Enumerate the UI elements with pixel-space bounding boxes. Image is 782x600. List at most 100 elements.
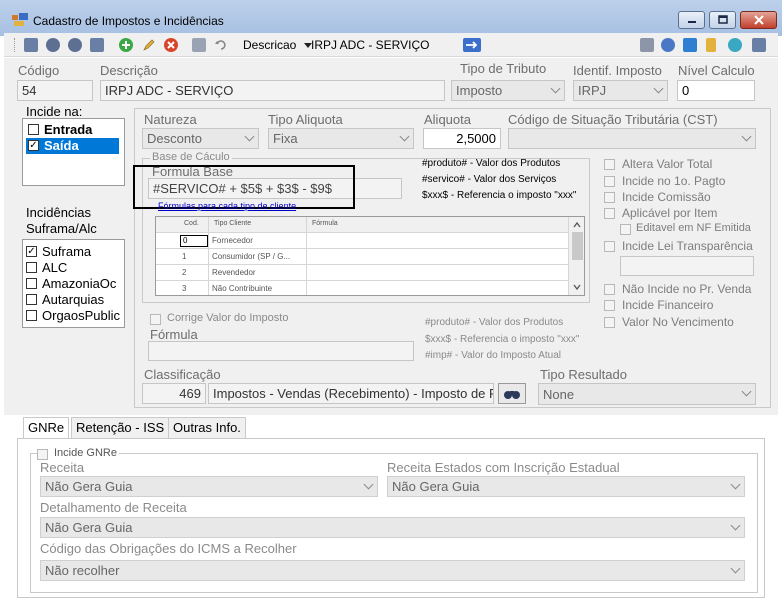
detalhamento-value: Não Gera Guia xyxy=(45,520,133,535)
save-icon[interactable] xyxy=(192,38,206,52)
incide-financeiro-checkbox[interactable] xyxy=(604,300,615,311)
classificacao-search-button[interactable] xyxy=(498,383,526,404)
aplicavel-item-label: Aplicável por Item xyxy=(622,206,718,220)
chevron-down-icon xyxy=(399,131,410,141)
user-icon[interactable] xyxy=(728,38,742,52)
incide-comissao-checkbox[interactable] xyxy=(604,192,615,203)
aliquota-field[interactable]: 2,5000 xyxy=(423,128,501,149)
tipo-aliquota-label: Tipo Aliquota xyxy=(268,112,343,127)
altera-valor-checkbox[interactable] xyxy=(604,159,615,170)
identif-imposto-select[interactable]: IRPJ xyxy=(573,80,668,101)
help-icon[interactable] xyxy=(706,38,716,52)
identif-imposto-label: Identif. Imposto xyxy=(573,63,662,78)
undo-icon[interactable] xyxy=(214,38,228,52)
corrige-hint-3: #imp# - Valor do Imposto Atual xyxy=(425,350,561,361)
grid-cell-cod[interactable]: 0 xyxy=(180,235,208,247)
descricao-field[interactable]: IRPJ ADC - SERVIÇO xyxy=(100,80,445,101)
grid-cell-tipo[interactable]: Fornecedor xyxy=(212,236,253,245)
orgaospublic-checkbox[interactable] xyxy=(26,310,37,321)
export-icon[interactable] xyxy=(640,38,654,52)
detalhamento-select[interactable]: Não Gera Guia xyxy=(40,517,745,538)
codigo-obrigacoes-label: Código das Obrigações do ICMS a Recolher xyxy=(40,541,297,556)
cst-label: Código de Situação Tributária (CST) xyxy=(508,112,718,127)
autarquias-checkbox[interactable] xyxy=(26,294,37,305)
grid-cell-cod[interactable]: 3 xyxy=(182,284,186,293)
hint-referencia: $xxx$ - Referencia o imposto "xxx" xyxy=(422,190,577,201)
close-button[interactable] xyxy=(740,11,777,29)
table-row[interactable]: 0 Fornecedor xyxy=(156,233,568,249)
tab-gnre[interactable]: GNRe xyxy=(23,417,70,439)
nao-incide-venda-checkbox[interactable] xyxy=(604,284,615,295)
orgaospublic-item[interactable]: OrgaosPublic xyxy=(26,308,123,324)
grid-cell-cod[interactable]: 2 xyxy=(182,268,186,277)
alc-label: ALC xyxy=(42,260,68,275)
add-icon[interactable] xyxy=(119,38,133,52)
edit-icon[interactable] xyxy=(142,38,156,52)
minimize-button[interactable] xyxy=(678,11,705,29)
tipo-resultado-value: None xyxy=(543,386,575,402)
suframa-checkbox[interactable]: ✓ xyxy=(26,246,37,257)
report-icon[interactable] xyxy=(661,38,675,52)
aplicavel-item-checkbox[interactable] xyxy=(604,208,615,219)
incide-gnre-checkbox[interactable] xyxy=(37,449,48,460)
lei-transparencia-label: Incide Lei Transparência xyxy=(622,239,753,253)
receita-estados-value: Não Gera Guia xyxy=(392,479,480,494)
grid-icon[interactable] xyxy=(683,38,697,52)
detalhamento-label: Detalhamento de Receita xyxy=(40,500,187,515)
search-field-selector[interactable]: Descricao xyxy=(243,38,312,52)
incide-gnre-option[interactable]: Incide GNRe xyxy=(37,447,119,460)
tipo-tributo-select[interactable]: Imposto xyxy=(451,80,565,101)
next-icon[interactable] xyxy=(68,38,82,52)
formulas-cliente-link[interactable]: Fórmulas para cada tipo de cliente xyxy=(158,201,296,211)
tipo-resultado-select[interactable]: None xyxy=(538,383,756,405)
grid-cell-tipo[interactable]: Revendedor xyxy=(212,268,256,277)
classificacao-text-field[interactable]: Impostos - Vendas (Recebimento) - Impost… xyxy=(208,383,494,404)
tab-outras-info[interactable]: Outras Info. xyxy=(168,417,246,438)
valor-vencimento-checkbox[interactable] xyxy=(604,317,615,328)
alc-checkbox[interactable] xyxy=(26,262,37,273)
editavel-nf-checkbox[interactable] xyxy=(620,224,631,235)
table-row[interactable]: 1 Consumidor (SP / G... xyxy=(156,249,568,265)
corrige-valor-checkbox[interactable] xyxy=(150,314,161,325)
grid-cell-tipo[interactable]: Não Contribuinte xyxy=(212,284,272,293)
incide-entrada-item[interactable]: Entrada xyxy=(26,122,121,138)
last-icon[interactable] xyxy=(90,38,104,52)
incide-pagto-checkbox[interactable] xyxy=(604,176,615,187)
incide-saida-item[interactable]: ✓ Saída xyxy=(26,138,119,154)
tab-retencao-iss[interactable]: Retenção - ISS xyxy=(71,417,170,438)
go-icon[interactable] xyxy=(463,38,481,52)
table-row[interactable]: 2 Revendedor xyxy=(156,265,568,281)
grid-scrollbar[interactable] xyxy=(568,217,584,295)
suframa-label: Suframa xyxy=(42,244,92,259)
tipo-tributo-label: Tipo de Tributo xyxy=(460,61,547,76)
exit-icon[interactable] xyxy=(752,38,766,52)
maximize-icon xyxy=(717,15,728,24)
delete-icon[interactable] xyxy=(164,38,178,52)
lei-transparencia-checkbox[interactable] xyxy=(604,241,615,252)
grid-cell-tipo[interactable]: Consumidor (SP / G... xyxy=(212,252,290,261)
entrada-checkbox[interactable] xyxy=(28,124,39,135)
codigo-field[interactable]: 54 xyxy=(17,80,93,101)
corrige-formula-field[interactable] xyxy=(148,341,414,361)
saida-checkbox[interactable]: ✓ xyxy=(28,140,39,151)
receita-estados-select[interactable]: Não Gera Guia xyxy=(387,476,745,497)
classificacao-code-field[interactable]: 469 xyxy=(142,383,206,404)
grid-cell-cod[interactable]: 1 xyxy=(182,252,186,261)
incide-comissao-label: Incide Comissão xyxy=(622,190,711,204)
first-icon[interactable] xyxy=(24,38,38,52)
lei-transparencia-field[interactable] xyxy=(620,256,754,276)
cst-select[interactable] xyxy=(508,128,756,149)
natureza-select[interactable]: Desconto xyxy=(142,128,259,149)
tipo-aliquota-select[interactable]: Fixa xyxy=(268,128,414,149)
maximize-button[interactable] xyxy=(709,11,736,29)
aliquota-label: Aliquota xyxy=(424,112,471,127)
codigo-obrigacoes-select[interactable]: Não recolher xyxy=(40,560,745,581)
receita-select[interactable]: Não Gera Guia xyxy=(40,476,378,497)
corrige-hint-1: #produto# - Valor dos Produtos xyxy=(425,317,564,328)
altera-valor-label: Altera Valor Total xyxy=(622,157,713,171)
prev-icon[interactable] xyxy=(46,38,60,52)
table-row[interactable]: 3 Não Contribuinte xyxy=(156,281,568,295)
search-input[interactable]: IRPJ ADC - SERVIÇO xyxy=(311,38,429,52)
amazoniaoc-checkbox[interactable] xyxy=(26,278,37,289)
nivel-calculo-field[interactable]: 0 xyxy=(677,80,755,101)
